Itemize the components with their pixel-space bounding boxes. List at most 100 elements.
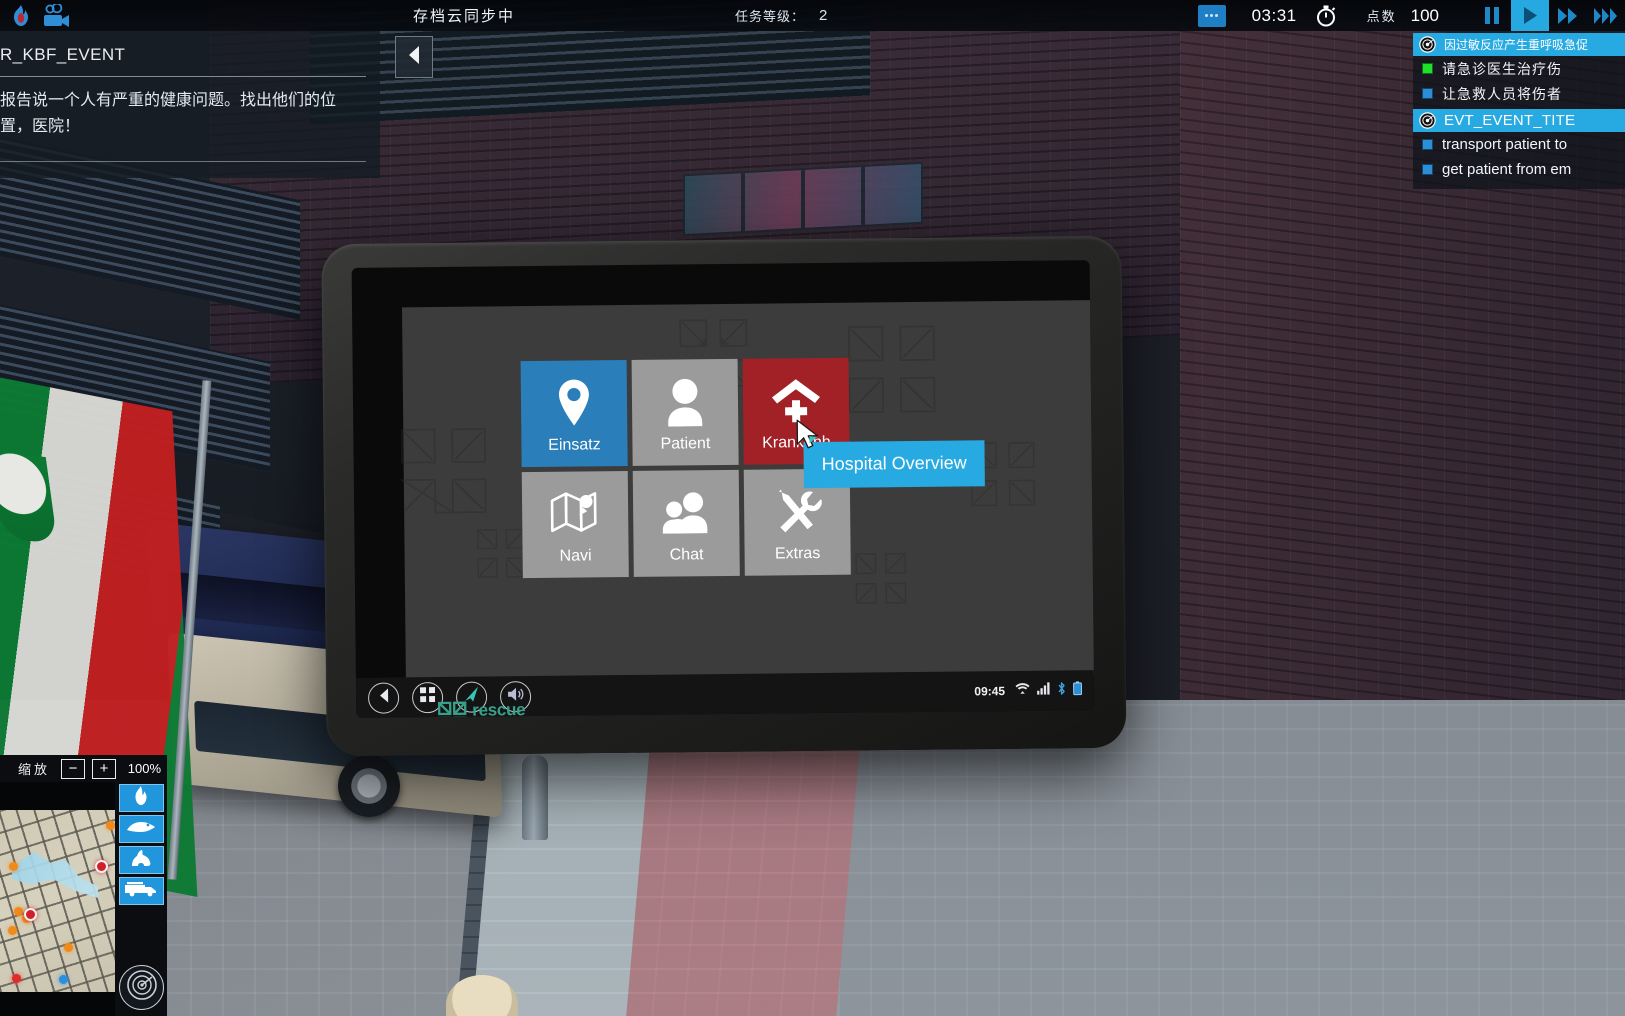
objective-group-title: EVT_EVENT_TITE (1444, 112, 1576, 129)
points-value: 100 (1410, 5, 1439, 25)
collapse-arrows-watermark (399, 426, 488, 515)
building-glass-facade (683, 161, 923, 237)
tablet-home-screen: Einsatz Patient Krankenh Navi Chat Extra… (399, 299, 1095, 684)
minimap-zoom-out-button[interactable]: − (61, 758, 85, 779)
mouse-cursor (795, 419, 821, 456)
fast-forward-button[interactable] (1549, 0, 1587, 31)
radar-icon (1419, 36, 1436, 53)
folded-map-icon (550, 485, 601, 542)
tile-label: Navi (559, 547, 592, 565)
collapse-arrows-watermark (476, 528, 527, 579)
stopwatch-icon (1315, 5, 1337, 27)
water-units-filter[interactable] (118, 815, 164, 843)
minimap-marker (106, 821, 115, 830)
objective-group-header: 因过敏反应产生重呼吸急促 (1413, 33, 1625, 56)
objective-group: EVT_EVENT_TITE transport patient to get … (1413, 109, 1625, 182)
minimap-marker (64, 943, 73, 952)
tile-label: Patient (660, 435, 711, 453)
street-bollard (522, 755, 548, 840)
in-game-tablet-device: Einsatz Patient Krankenh Navi Chat Extra… (321, 235, 1127, 757)
truck-icon (124, 881, 158, 902)
tile-chat[interactable]: Chat (632, 469, 740, 577)
objective-item: get patient from em (1413, 157, 1625, 182)
minimap-zoom-in-button[interactable]: + (92, 758, 116, 779)
fire-units-filter[interactable] (118, 784, 164, 812)
taskbar-back-button[interactable] (367, 681, 400, 714)
objectives-panel: 因过敏反应产生重呼吸急促 请急诊医生治疗伤 让急救人员将伤者 EVT_EVENT… (1413, 33, 1625, 189)
tooltip-hospital-overview: Hospital Overview (803, 440, 985, 489)
points-label: 点数 (1366, 9, 1397, 24)
dog-icon (128, 848, 154, 873)
ultra-fast-forward-button[interactable] (1587, 0, 1625, 31)
objective-group: 因过敏反应产生重呼吸急促 请急诊医生治疗伤 让急救人员将伤者 (1413, 33, 1625, 106)
event-divider-bottom (0, 160, 366, 162)
objective-text: transport patient to (1442, 136, 1568, 153)
camera-icon (41, 2, 71, 28)
rescuetrack-line2: track (472, 716, 511, 718)
flame-icon (131, 785, 151, 812)
tile-label: Extras (774, 544, 821, 563)
event-panel-collapse-button[interactable] (395, 36, 433, 78)
objective-group-title: 因过敏反应产生重呼吸急促 (1444, 38, 1589, 52)
minimap-marker (8, 926, 17, 935)
objective-item: transport patient to (1413, 132, 1625, 157)
objective-status-box (1422, 164, 1433, 175)
rescuetrack-arrows-icon (437, 701, 467, 718)
objective-status-box (1422, 88, 1433, 99)
radar-icon (126, 969, 158, 1006)
grid-apps-icon (419, 687, 436, 707)
event-divider-top (0, 76, 366, 77)
minimap-canvas[interactable] (0, 782, 115, 1016)
tile-einsatz[interactable]: Einsatz (520, 360, 628, 468)
vehicle-units-filter[interactable] (118, 877, 164, 905)
battery-icon (1073, 680, 1082, 700)
minimap-street-layer (0, 810, 115, 992)
signal-bars-icon (1037, 682, 1050, 700)
event-title: R_KBF_EVENT (0, 45, 126, 64)
minimap-marker (24, 908, 37, 921)
objective-status-box (1422, 139, 1433, 150)
car-wheel (338, 755, 400, 817)
play-button[interactable] (1511, 0, 1549, 31)
objective-status-box (1422, 63, 1433, 74)
tablet-app-grid: Einsatz Patient Krankenh Navi Chat Extra… (520, 357, 851, 579)
save-status: 存档云同步中 (413, 8, 516, 25)
minimap-zoom-value: 100% (127, 761, 161, 776)
back-arrow-icon (376, 687, 390, 708)
objective-item: 请急诊医生治疗伤 (1413, 56, 1625, 81)
mission-clock: 03:31 (1251, 5, 1297, 25)
minimap-marker (14, 907, 23, 916)
minimap-zoom-controls: 缩放 − + 100% (0, 755, 167, 782)
taskbar-clock: 09:45 (974, 684, 1006, 699)
bluetooth-icon (1057, 681, 1066, 700)
radio-chip-icon[interactable] (1197, 4, 1226, 27)
water-icon (126, 819, 156, 840)
objective-group-header: EVT_EVENT_TITE (1413, 109, 1625, 132)
police-units-filter[interactable] (118, 846, 164, 874)
tablet-screen: Einsatz Patient Krankenh Navi Chat Extra… (351, 260, 1095, 718)
objective-text: 让急救人员将伤者 (1442, 85, 1562, 102)
collapse-arrows-watermark (846, 324, 937, 415)
collapse-arrows-watermark (855, 552, 908, 605)
minimap-marker (59, 975, 68, 984)
person-icon (663, 373, 708, 429)
minimap-radar-button[interactable] (119, 965, 164, 1010)
tile-navi[interactable]: Navi (521, 471, 629, 579)
minimap-body (0, 782, 167, 1016)
flame-icon (8, 3, 34, 29)
minimap-unit-filters (115, 782, 167, 1016)
taskbar-status-area: 09:45 (974, 680, 1082, 701)
minimap-marker (12, 974, 21, 983)
tile-patient[interactable]: Patient (631, 358, 739, 466)
radar-icon (1419, 112, 1436, 129)
objective-text: get patient from em (1442, 161, 1572, 178)
hud-left-icon-group (0, 2, 200, 29)
minimap-zoom-label: 缩放 (17, 762, 50, 777)
tools-icon (772, 483, 823, 540)
minimap-panel: 缩放 − + 100% (0, 755, 167, 1016)
people-icon (660, 484, 713, 541)
minimap-marker (9, 862, 18, 871)
pause-button[interactable] (1473, 0, 1511, 31)
points-display: 点数 100 (1367, 6, 1439, 26)
mission-level-value: 2 (819, 7, 829, 24)
